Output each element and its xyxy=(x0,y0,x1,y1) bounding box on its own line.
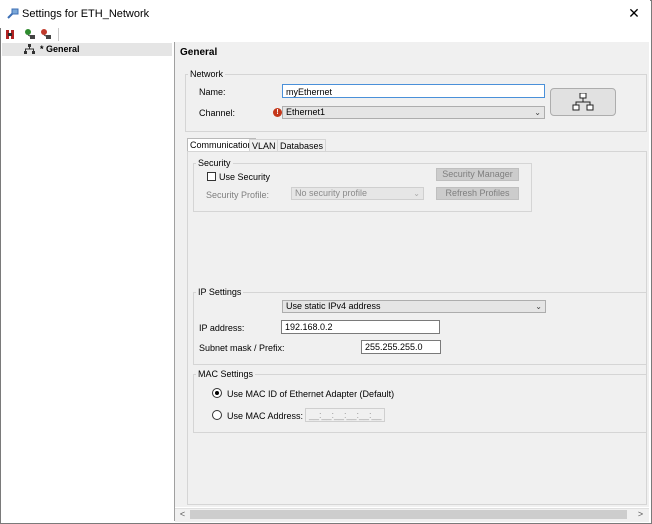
security-manager-button[interactable]: Security Manager xyxy=(436,168,519,181)
channel-warning-icon: ! xyxy=(273,108,282,117)
channel-label: Channel: xyxy=(199,108,236,118)
ip-mode-select[interactable]: Use static IPv4 address ⌄ xyxy=(282,300,546,313)
close-button[interactable]: ✕ xyxy=(624,3,644,23)
use-security-label: Use Security xyxy=(219,172,271,182)
ip-settings-group-label: IP Settings xyxy=(196,287,244,297)
remove-node-icon[interactable] xyxy=(40,28,53,41)
scroll-right-icon[interactable]: > xyxy=(634,508,647,521)
chevron-down-icon: ⌄ xyxy=(534,108,541,117)
refresh-profiles-button[interactable]: Refresh Profiles xyxy=(436,187,519,200)
ip-mode-value: Use static IPv4 address xyxy=(286,301,381,311)
tab-databases[interactable]: Databases xyxy=(277,139,327,151)
add-node-icon[interactable] xyxy=(24,28,37,41)
name-label: Name: xyxy=(199,87,226,97)
network-node-icon xyxy=(24,43,35,59)
security-profile-select[interactable]: No security profile ⌄ xyxy=(291,187,424,200)
channel-value: Ethernet1 xyxy=(286,107,326,117)
network-topology-icon xyxy=(572,92,594,111)
toolbar-separator xyxy=(58,28,59,41)
navigation-tree: * General xyxy=(2,42,175,521)
network-group-label: Network xyxy=(188,69,226,79)
chevron-down-icon: ⌄ xyxy=(413,189,420,198)
export-icon[interactable] xyxy=(4,28,17,41)
scroll-left-icon[interactable]: < xyxy=(176,508,189,521)
tree-item-label: * General xyxy=(40,44,80,54)
chevron-down-icon: ⌄ xyxy=(535,302,542,311)
window-title: Settings for ETH_Network xyxy=(22,8,150,20)
mac-default-radio[interactable] xyxy=(212,388,222,398)
mac-custom-radio[interactable] xyxy=(212,410,222,420)
mac-address-input[interactable]: __:__:__:__:__:__ xyxy=(305,408,385,422)
tab-vlan[interactable]: VLAN xyxy=(249,139,279,151)
tree-item-general[interactable]: * General xyxy=(2,43,172,56)
ip-address-input[interactable]: 192.168.0.2 xyxy=(281,320,440,334)
page-title: General xyxy=(180,47,218,58)
scrollbar-thumb[interactable] xyxy=(190,510,627,519)
ip-address-label: IP address: xyxy=(199,323,245,333)
name-input[interactable]: myEthernet xyxy=(282,84,545,98)
mac-custom-label: Use MAC Address: xyxy=(227,411,304,421)
channel-select[interactable]: Ethernet1 ⌄ xyxy=(282,106,545,119)
subnet-mask-label: Subnet mask / Prefix: xyxy=(199,343,285,353)
use-security-checkbox[interactable] xyxy=(207,172,216,181)
security-profile-label: Security Profile: xyxy=(206,190,270,200)
network-topology-button[interactable] xyxy=(550,88,616,116)
security-profile-value: No security profile xyxy=(295,188,368,198)
mac-settings-group xyxy=(193,374,647,433)
security-group-label: Security xyxy=(196,158,233,168)
network-plug-icon xyxy=(7,8,19,19)
subnet-mask-input[interactable]: 255.255.255.0 xyxy=(361,340,441,354)
mac-settings-group-label: MAC Settings xyxy=(196,369,256,379)
tab-communication[interactable]: Communication xyxy=(187,138,256,151)
mac-default-label: Use MAC ID of Ethernet Adapter (Default) xyxy=(227,389,395,399)
